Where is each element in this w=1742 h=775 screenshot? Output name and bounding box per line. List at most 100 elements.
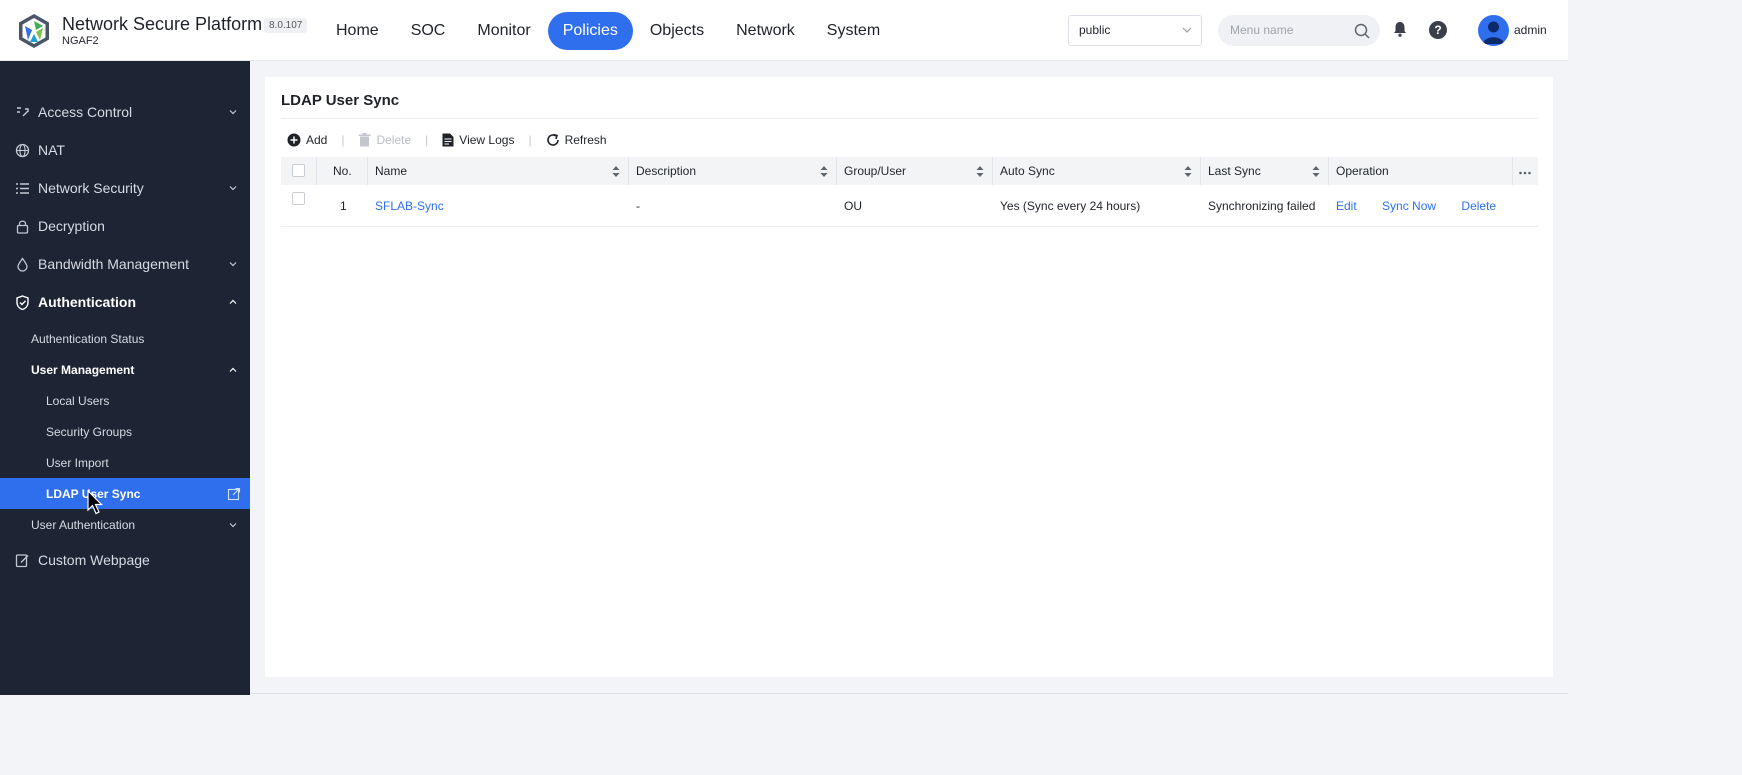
chevron-up-icon bbox=[229, 367, 237, 372]
toolbar-separator: | bbox=[425, 133, 429, 147]
column-header-group-user[interactable]: Group/User bbox=[837, 157, 993, 185]
chevron-down-icon bbox=[229, 522, 237, 527]
drop-icon bbox=[17, 256, 28, 272]
sidebar-item-authentication[interactable]: Authentication bbox=[0, 283, 250, 321]
tenant-select[interactable]: public bbox=[1068, 15, 1202, 46]
column-settings[interactable] bbox=[1513, 157, 1538, 185]
sidebar-item-label: Access Control bbox=[38, 104, 133, 120]
open-in-new-tab-icon[interactable] bbox=[227, 487, 241, 501]
document-icon bbox=[442, 133, 454, 147]
cell-last-sync: Synchronizing failed bbox=[1208, 199, 1316, 213]
avatar[interactable] bbox=[1478, 15, 1509, 46]
brand-title: Network Secure Platform bbox=[62, 14, 263, 34]
username[interactable]: admin bbox=[1514, 23, 1547, 37]
sidebar-item-label: Authentication bbox=[38, 294, 136, 310]
table-row: 1 SFLAB-Sync - OU Yes (Sync every 24 hou… bbox=[281, 185, 1538, 227]
sidebar-item-user-authentication[interactable]: User Authentication bbox=[0, 509, 250, 540]
more-horizontal-icon[interactable] bbox=[1519, 171, 1531, 175]
nav-home[interactable]: Home bbox=[321, 12, 394, 50]
edit-link[interactable]: Edit bbox=[1336, 199, 1357, 213]
sidebar-item-label: Security Groups bbox=[46, 424, 133, 439]
sidebar-item-label: User Authentication bbox=[31, 517, 136, 532]
sort-icon[interactable] bbox=[976, 166, 984, 177]
sort-icon[interactable] bbox=[1184, 166, 1192, 177]
chevron-down-icon bbox=[1182, 27, 1192, 33]
brand-subtitle: NGAF2 bbox=[62, 35, 99, 47]
page-divider bbox=[250, 693, 1568, 694]
column-header-auto-sync[interactable]: Auto Sync bbox=[993, 157, 1201, 185]
sidebar-item-authentication-status[interactable]: Authentication Status bbox=[0, 323, 250, 354]
sidebar-item-custom-webpage[interactable]: Custom Webpage bbox=[0, 541, 250, 579]
search-icon[interactable] bbox=[1354, 23, 1370, 39]
cell-auto-sync: Yes (Sync every 24 hours) bbox=[1000, 199, 1141, 213]
sync-now-link[interactable]: Sync Now bbox=[1382, 199, 1436, 213]
delete-button-label: Delete bbox=[376, 133, 412, 147]
sidebar-item-bandwidth-management[interactable]: Bandwidth Management bbox=[0, 245, 250, 283]
menu-search-input[interactable]: Menu name bbox=[1218, 15, 1380, 46]
column-header-name-label: Name bbox=[375, 164, 408, 178]
main-nav: Home SOC Monitor Policies Objects Networ… bbox=[321, 12, 897, 50]
sidebar-item-network-security[interactable]: Network Security bbox=[0, 169, 250, 207]
refresh-button[interactable]: Refresh bbox=[540, 133, 613, 147]
delete-button[interactable]: Delete bbox=[352, 133, 417, 147]
cell-no: 1 bbox=[340, 199, 347, 213]
mouse-cursor-icon bbox=[87, 490, 103, 515]
plus-circle-icon bbox=[287, 133, 301, 147]
column-header-description[interactable]: Description bbox=[629, 157, 837, 185]
sidebar-item-label: User Import bbox=[46, 455, 109, 470]
cell-group-user: OU bbox=[844, 199, 862, 213]
add-button-label: Add bbox=[306, 133, 328, 147]
sidebar-item-local-users[interactable]: Local Users bbox=[0, 385, 250, 416]
menu-search-placeholder: Menu name bbox=[1230, 23, 1294, 37]
nav-monitor[interactable]: Monitor bbox=[462, 12, 545, 50]
sidebar-item-ldap-user-sync[interactable]: LDAP User Sync bbox=[0, 478, 250, 509]
edit-page-icon bbox=[15, 553, 29, 567]
refresh-button-label: Refresh bbox=[564, 133, 607, 147]
column-header-last-sync-label: Last Sync bbox=[1208, 164, 1261, 178]
sync-name-link[interactable]: SFLAB-Sync bbox=[375, 199, 444, 213]
column-header-operation: Operation bbox=[1329, 157, 1513, 185]
sort-icon[interactable] bbox=[612, 166, 620, 177]
nav-policies[interactable]: Policies bbox=[547, 12, 633, 50]
column-header-group-user-label: Group/User bbox=[844, 164, 907, 178]
refresh-icon bbox=[546, 133, 559, 146]
sidebar-item-label: Custom Webpage bbox=[38, 552, 150, 568]
nav-soc[interactable]: SOC bbox=[396, 12, 461, 50]
cell-description: - bbox=[636, 199, 640, 213]
column-header-last-sync[interactable]: Last Sync bbox=[1201, 157, 1329, 185]
nav-network[interactable]: Network bbox=[721, 12, 810, 50]
cell-name: SFLAB-Sync bbox=[368, 185, 629, 227]
column-header-description-label: Description bbox=[636, 164, 697, 178]
sidebar: Access Control NAT Network Security Decr… bbox=[0, 61, 250, 695]
help-icon[interactable]: ? bbox=[1429, 21, 1447, 39]
sidebar-item-access-control[interactable]: Access Control bbox=[0, 93, 250, 131]
sidebar-item-user-management[interactable]: User Management bbox=[0, 354, 250, 385]
globe-icon bbox=[15, 143, 30, 157]
nav-system[interactable]: System bbox=[812, 12, 895, 50]
sort-icon[interactable] bbox=[1312, 166, 1320, 177]
row-select-cell bbox=[281, 185, 317, 227]
bell-icon[interactable] bbox=[1391, 20, 1409, 38]
toolbar: Add | Delete | View Logs | Refresh bbox=[281, 128, 613, 152]
toolbar-separator: | bbox=[528, 133, 532, 147]
header-select-all bbox=[281, 157, 317, 185]
access-control-icon bbox=[17, 106, 29, 116]
table-header: No. Name Description Group/User Auto Syn… bbox=[281, 157, 1538, 185]
sidebar-item-security-groups[interactable]: Security Groups bbox=[0, 416, 250, 447]
chevron-down-icon bbox=[229, 110, 237, 115]
sidebar-item-decryption[interactable]: Decryption bbox=[0, 207, 250, 245]
sidebar-item-nat[interactable]: NAT bbox=[0, 131, 250, 169]
add-button[interactable]: Add bbox=[281, 133, 333, 147]
view-logs-button[interactable]: View Logs bbox=[436, 133, 520, 147]
sort-icon[interactable] bbox=[820, 166, 828, 177]
row-checkbox[interactable] bbox=[292, 192, 305, 205]
nav-objects[interactable]: Objects bbox=[635, 12, 719, 50]
sidebar-item-label: Local Users bbox=[46, 393, 110, 408]
sidebar-item-user-import[interactable]: User Import bbox=[0, 447, 250, 478]
delete-link[interactable]: Delete bbox=[1461, 199, 1496, 213]
version-badge: 8.0.107 bbox=[264, 18, 308, 33]
column-header-name[interactable]: Name bbox=[368, 157, 629, 185]
platform-logo-icon bbox=[19, 14, 49, 48]
sidebar-item-label: Authentication Status bbox=[31, 331, 145, 346]
select-all-checkbox[interactable] bbox=[292, 164, 305, 177]
